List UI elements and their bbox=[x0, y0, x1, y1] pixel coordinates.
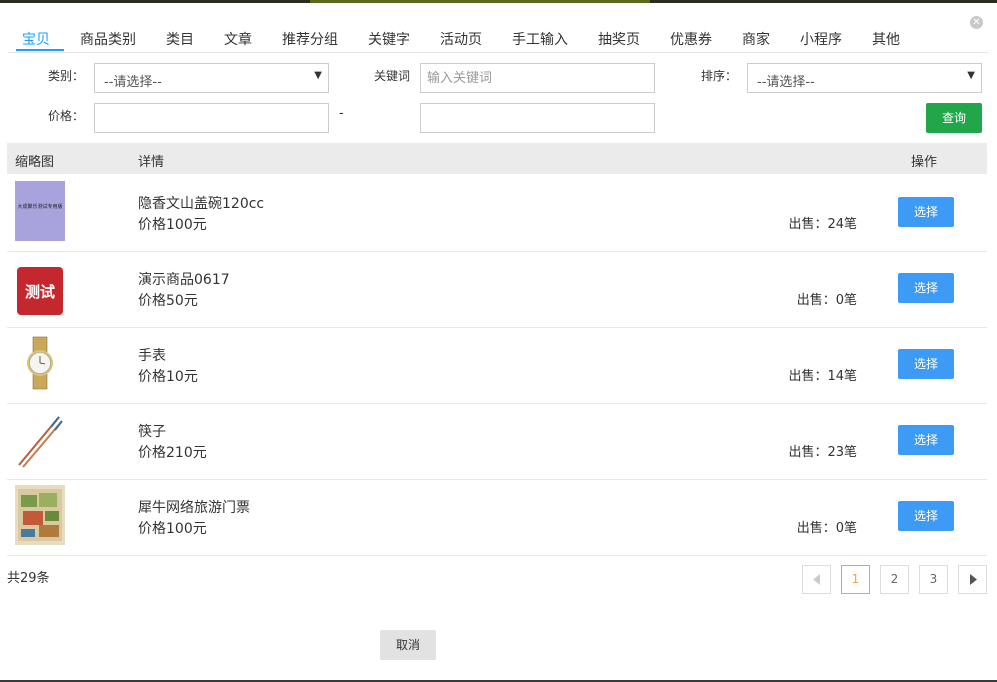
chevron-down-icon: ▼ bbox=[314, 70, 322, 81]
category-label: 类别： bbox=[48, 69, 85, 83]
sold-count: 出售：24笔 bbox=[788, 217, 857, 232]
choose-button[interactable]: 选择 bbox=[898, 273, 954, 303]
header-detail: 详情 bbox=[138, 155, 165, 170]
tab-mini-program[interactable]: 小程序 bbox=[800, 29, 842, 49]
sort-select-value: --请选择-- bbox=[757, 75, 815, 90]
book-cover-thumbnail: 大成聚乐测试专用版 bbox=[15, 181, 65, 241]
product-name: 筷子 bbox=[138, 424, 166, 440]
sort-label: 排序： bbox=[701, 69, 738, 83]
active-tab-underline bbox=[16, 49, 64, 51]
table-row: 测试 演示商品0617 价格50元 出售：0笔 选择 bbox=[7, 251, 987, 328]
tab-merchant[interactable]: 商家 bbox=[742, 29, 770, 49]
header-thumbnail: 缩略图 bbox=[15, 155, 55, 170]
query-button[interactable]: 查询 bbox=[926, 103, 982, 133]
test-stamp-text: 测试 bbox=[25, 283, 55, 301]
product-price: 价格10元 bbox=[138, 369, 198, 385]
sold-count: 出售：14笔 bbox=[788, 369, 857, 384]
product-name: 隐香文山盖碗120cc bbox=[138, 196, 265, 212]
map-thumbnail bbox=[15, 485, 65, 545]
tab-manual-input[interactable]: 手工输入 bbox=[512, 29, 568, 49]
tab-product-category[interactable]: 商品类别 bbox=[80, 29, 136, 49]
product-price: 价格210元 bbox=[138, 445, 207, 461]
choose-button[interactable]: 选择 bbox=[898, 349, 954, 379]
keyword-input[interactable] bbox=[420, 63, 655, 93]
price-min-input[interactable] bbox=[94, 103, 329, 133]
tab-bar: 宝贝 商品类别 类目 文章 推荐分组 关键字 活动页 手工输入 抽奖页 优惠券 … bbox=[8, 24, 988, 53]
tab-article[interactable]: 文章 bbox=[224, 29, 252, 49]
chevron-left-icon bbox=[812, 574, 820, 585]
chopsticks-thumbnail bbox=[15, 409, 65, 469]
price-separator: - bbox=[339, 106, 344, 121]
table-row: 筷子 价格210元 出售：23笔 选择 bbox=[7, 403, 987, 480]
total-count: 共29条 bbox=[7, 571, 50, 586]
top-accent-stripe bbox=[310, 0, 650, 3]
product-name: 手表 bbox=[138, 348, 166, 364]
tab-leimu[interactable]: 类目 bbox=[166, 29, 194, 49]
watch-thumbnail bbox=[15, 333, 65, 393]
window-top-bar bbox=[0, 0, 997, 3]
tab-coupon[interactable]: 优惠券 bbox=[670, 29, 712, 49]
red-test-thumbnail: 测试 bbox=[15, 257, 65, 317]
next-page-button[interactable] bbox=[958, 565, 987, 594]
tab-activity-page[interactable]: 活动页 bbox=[440, 29, 482, 49]
table-row: 大成聚乐测试专用版 隐香文山盖碗120cc 价格100元 出售：24笔 选择 bbox=[7, 175, 987, 252]
page-button-2[interactable]: 2 bbox=[880, 565, 909, 594]
chevron-right-icon bbox=[969, 574, 977, 585]
page-button-3[interactable]: 3 bbox=[919, 565, 948, 594]
product-name: 演示商品0617 bbox=[138, 272, 230, 288]
table-header: 缩略图 详情 操作 bbox=[7, 143, 987, 174]
price-label: 价格： bbox=[48, 109, 85, 123]
choose-button[interactable]: 选择 bbox=[898, 501, 954, 531]
page-button-1[interactable]: 1 bbox=[841, 565, 870, 594]
sort-select[interactable]: --请选择-- ▼ bbox=[747, 63, 982, 93]
prev-page-button[interactable] bbox=[802, 565, 831, 594]
cancel-button[interactable]: 取消 bbox=[380, 630, 436, 660]
chevron-down-icon: ▼ bbox=[967, 70, 975, 81]
tab-recommend-group[interactable]: 推荐分组 bbox=[282, 29, 338, 49]
product-name: 犀牛网络旅游门票 bbox=[138, 500, 250, 516]
tab-lottery-page[interactable]: 抽奖页 bbox=[598, 29, 640, 49]
category-select-value: --请选择-- bbox=[104, 75, 162, 90]
header-action: 操作 bbox=[911, 155, 938, 170]
tab-keyword[interactable]: 关键字 bbox=[368, 29, 410, 49]
table-row: 手表 价格10元 出售：14笔 选择 bbox=[7, 327, 987, 404]
sold-count: 出售：0笔 bbox=[796, 521, 857, 536]
keyword-label: 关键词 bbox=[374, 69, 411, 83]
category-select[interactable]: --请选择-- ▼ bbox=[94, 63, 329, 93]
product-price: 价格100元 bbox=[138, 217, 207, 233]
product-price: 价格100元 bbox=[138, 521, 207, 537]
product-price: 价格50元 bbox=[138, 293, 198, 309]
tab-other[interactable]: 其他 bbox=[872, 29, 900, 49]
book-cover-text: 大成聚乐测试专用版 bbox=[17, 203, 62, 210]
tab-baobei[interactable]: 宝贝 bbox=[22, 29, 50, 49]
choose-button[interactable]: 选择 bbox=[898, 425, 954, 455]
price-max-input[interactable] bbox=[420, 103, 655, 133]
choose-button[interactable]: 选择 bbox=[898, 197, 954, 227]
table-row: 犀牛网络旅游门票 价格100元 出售：0笔 选择 bbox=[7, 479, 987, 556]
sold-count: 出售：0笔 bbox=[796, 293, 857, 308]
sold-count: 出售：23笔 bbox=[788, 445, 857, 460]
